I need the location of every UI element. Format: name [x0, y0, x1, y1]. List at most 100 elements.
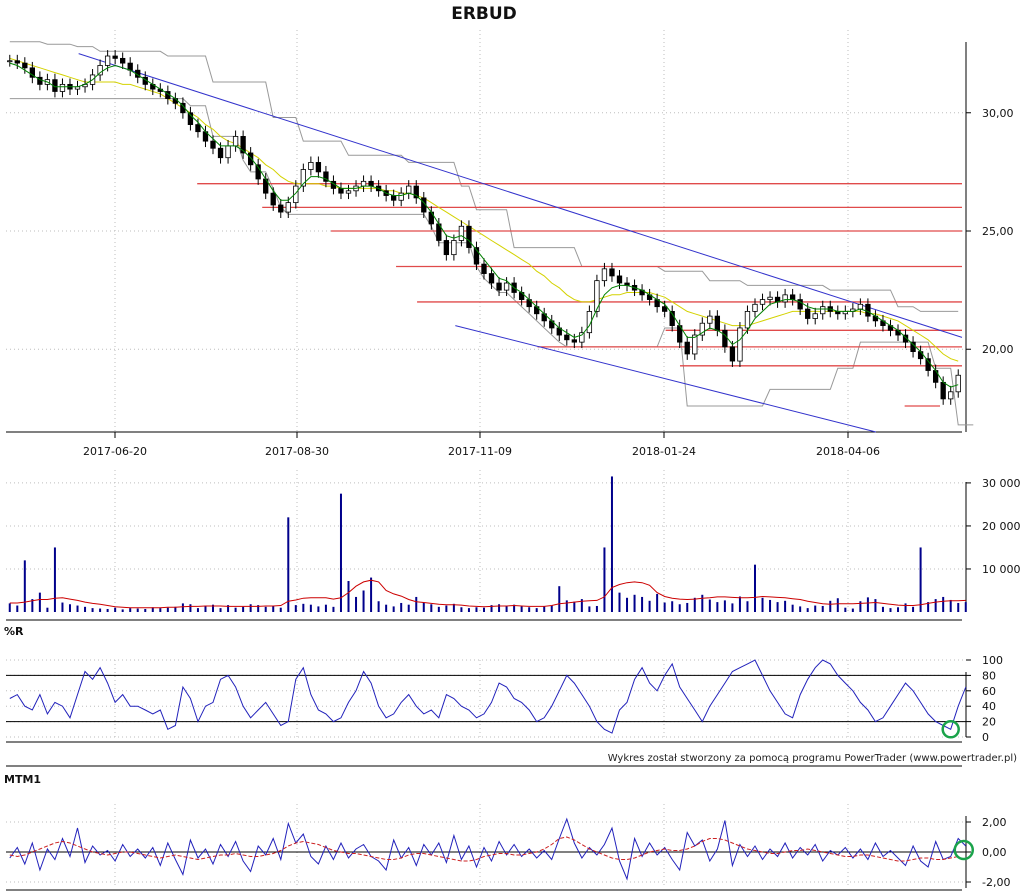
candle-body-15	[120, 57, 126, 64]
candle-body-124	[940, 381, 946, 400]
volume-bar-24	[189, 604, 192, 612]
volume-bar-116	[881, 606, 884, 612]
momentum-line	[9, 817, 967, 881]
candle-body-75	[571, 339, 577, 343]
volume-bar-112	[851, 608, 854, 612]
volume-bar-13	[106, 608, 109, 612]
volume-bar-109	[829, 600, 832, 612]
volume-bar-21	[166, 607, 169, 612]
volume-bar-41	[317, 606, 320, 612]
volume-bar-105	[799, 606, 802, 612]
volume-bar-2	[23, 560, 26, 612]
volume-bar-17	[136, 608, 139, 612]
volume-bar-53	[407, 604, 410, 612]
volume-bar-35	[272, 605, 275, 612]
candle-body-63	[481, 263, 487, 274]
volume-bar-42	[324, 604, 327, 612]
volume-bar-62	[475, 607, 478, 612]
volume-bar-12	[99, 608, 102, 612]
candle-body-44	[338, 188, 344, 194]
volume-bar-97	[738, 596, 741, 612]
panel-1-ytick-label-2: 30 000	[982, 477, 1021, 490]
candle-body-104	[789, 294, 796, 300]
volume-bar-54	[415, 596, 418, 612]
volume-bar-5	[46, 607, 49, 612]
panel-3-ytick-label-0: -2,00	[982, 876, 1010, 889]
panel-2-ytick-label-0: 0	[982, 731, 989, 744]
volume-bar-69	[528, 607, 531, 612]
volume-bar-101	[769, 599, 772, 612]
volume-bar-75	[573, 601, 576, 612]
panel-1-ytick-label-1: 20 000	[982, 520, 1021, 533]
candle-body-30	[232, 136, 239, 147]
volume-bar-98	[746, 601, 749, 612]
panel-3-ytick-label-1: 0,00	[982, 846, 1007, 859]
panel-2-ytick-label-3: 60	[982, 685, 996, 698]
x-tick-label-4: 2018-04-06	[816, 445, 880, 458]
chart-title: ERBUD	[451, 4, 517, 24]
volume-bar-40	[309, 604, 312, 612]
volume-bar-80	[610, 476, 613, 612]
candle-body-99	[752, 303, 758, 312]
volume-bar-99	[753, 564, 756, 612]
volume-bar-7	[61, 602, 64, 612]
candle-body-0	[7, 60, 13, 63]
candle-body-101	[767, 296, 773, 300]
software-credit: Wykres został stworzony za pomocą progra…	[608, 753, 1017, 764]
volume-bar-111	[844, 607, 847, 612]
candle-body-7	[59, 83, 66, 92]
volume-bar-52	[400, 602, 403, 612]
volume-bar-72	[550, 605, 553, 612]
volume-bar-68	[520, 606, 523, 612]
williams-r-panel-label: %R	[4, 625, 24, 638]
volume-bar-37	[287, 517, 290, 612]
momentum-panel-label: MTM1	[4, 773, 41, 786]
volume-bar-121	[919, 547, 922, 612]
volume-bar-114	[866, 597, 869, 612]
volume-bar-74	[565, 600, 568, 612]
candle-body-45	[345, 190, 352, 194]
volume-bar-15	[121, 609, 124, 612]
volume-bar-92	[701, 594, 704, 612]
candle-body-16	[127, 62, 133, 71]
volume-bar-48	[370, 577, 373, 612]
williams-r-line	[9, 659, 967, 734]
volume-bar-39	[302, 603, 305, 612]
candle-body-28	[217, 147, 224, 159]
candle-body-87	[662, 306, 668, 312]
candle-body-98	[744, 310, 751, 329]
trend-line-1	[455, 325, 877, 433]
candle-body-58	[443, 240, 450, 256]
panel-0-ytick-label-1: 25,00	[982, 225, 1014, 238]
candle-body-2	[22, 62, 28, 69]
volume-bar-71	[543, 606, 546, 612]
volume-bar-8	[68, 604, 71, 612]
volume-bar-51	[392, 606, 395, 612]
candle-body-37	[285, 202, 291, 213]
candle-body-41	[315, 162, 322, 173]
volume-bar-25	[196, 608, 199, 612]
candle-body-76	[579, 332, 585, 343]
volume-bar-55	[422, 602, 425, 612]
candle-body-90	[684, 341, 690, 355]
candle-body-22	[172, 98, 179, 104]
candle-body-93	[707, 315, 713, 324]
candle-body-14	[112, 55, 118, 59]
volume-bar-96	[731, 603, 734, 612]
volume-bar-108	[821, 605, 824, 612]
lower-price-channel-line	[9, 98, 974, 426]
volume-bar-44	[339, 493, 342, 612]
candle-body-125	[948, 391, 954, 400]
volume-bar-38	[294, 605, 297, 612]
volume-bar-50	[385, 604, 388, 612]
volume-bar-70	[535, 608, 538, 612]
candle-body-64	[488, 273, 495, 284]
volume-bar-87	[663, 602, 666, 612]
candle-body-95	[722, 329, 728, 348]
volume-bar-90	[686, 602, 689, 612]
volume-bar-61	[467, 608, 470, 612]
panel-2-ytick-label-4: 80	[982, 669, 996, 682]
volume-bar-86	[656, 593, 659, 612]
volume-bar-1	[16, 605, 19, 612]
volume-bar-94	[716, 602, 719, 612]
